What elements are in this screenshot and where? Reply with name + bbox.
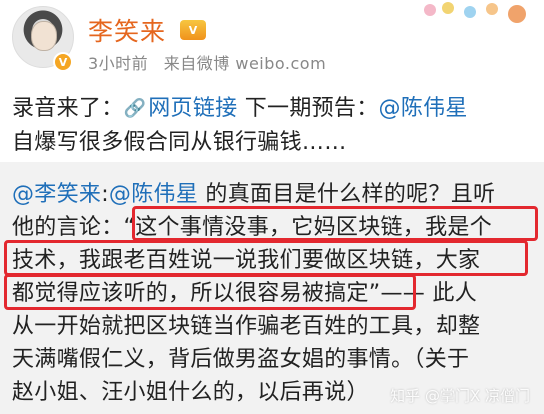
mention-link[interactable]: @陈伟星 xyxy=(379,96,468,121)
web-link[interactable]: 网页链接 xyxy=(148,96,237,121)
watermark: 知乎 @掌门X 凉僧门 xyxy=(390,387,530,405)
repost-line-1: @李笑来:@陈伟星 的真面目是什么样的呢？且听 xyxy=(12,176,495,208)
repost-line-6: 天满嘴假仁义，背后做男盗女娼的事情。（关于 xyxy=(12,347,470,372)
decor-dot xyxy=(486,3,498,15)
avatar-face xyxy=(31,21,57,51)
repost-line-5: 从一开始就把区块链当作骗老百姓的工具，却整 xyxy=(12,314,481,339)
mention-link[interactable]: @陈伟星 xyxy=(109,182,198,207)
post-time: 3小时前 xyxy=(88,54,149,73)
vip-icon: V xyxy=(180,20,206,40)
highlight-box xyxy=(4,240,528,276)
post-text-prefix: 录音来了： xyxy=(12,96,124,121)
username[interactable]: 李笑来 xyxy=(88,12,166,48)
post-header: V 李笑来 V 3小时前 来自微博 weibo.com xyxy=(0,0,544,84)
repost-separator: : xyxy=(101,182,109,207)
decorative-dots-icon xyxy=(424,0,534,24)
decor-dot xyxy=(442,2,454,14)
post-text-line-2: 自爆写很多假合同从银行骗钱…… xyxy=(12,130,347,155)
post-body: 录音来了：🔗网页链接 下一期预告：@陈伟星 自爆写很多假合同从银行骗钱…… xyxy=(0,84,544,160)
decor-dot xyxy=(424,4,436,16)
post-text-line-1: 录音来了：🔗网页链接 下一期预告：@陈伟星 xyxy=(12,90,468,122)
highlight-box xyxy=(132,206,538,241)
repost-line-7: 赵小姐、汪小姐什么的，以后再说） xyxy=(12,380,369,405)
repost-text: 的真面目是什么样的呢？且听 xyxy=(198,182,496,207)
repost-block: @李笑来:@陈伟星 的真面目是什么样的呢？且听 他的言论：“这个事情没事，它妈区… xyxy=(0,162,544,414)
link-icon: 🔗 xyxy=(123,98,147,119)
post-source[interactable]: 来自微博 weibo.com xyxy=(164,54,326,73)
post-meta: 3小时前 来自微博 weibo.com xyxy=(88,50,326,74)
highlight-box xyxy=(4,274,416,310)
decor-dot xyxy=(464,6,476,18)
verified-badge-icon: V xyxy=(53,52,73,72)
decor-dot xyxy=(508,5,526,23)
mention-link[interactable]: @李笑来 xyxy=(12,182,101,207)
post-text-mid: 下一期预告： xyxy=(237,96,379,121)
